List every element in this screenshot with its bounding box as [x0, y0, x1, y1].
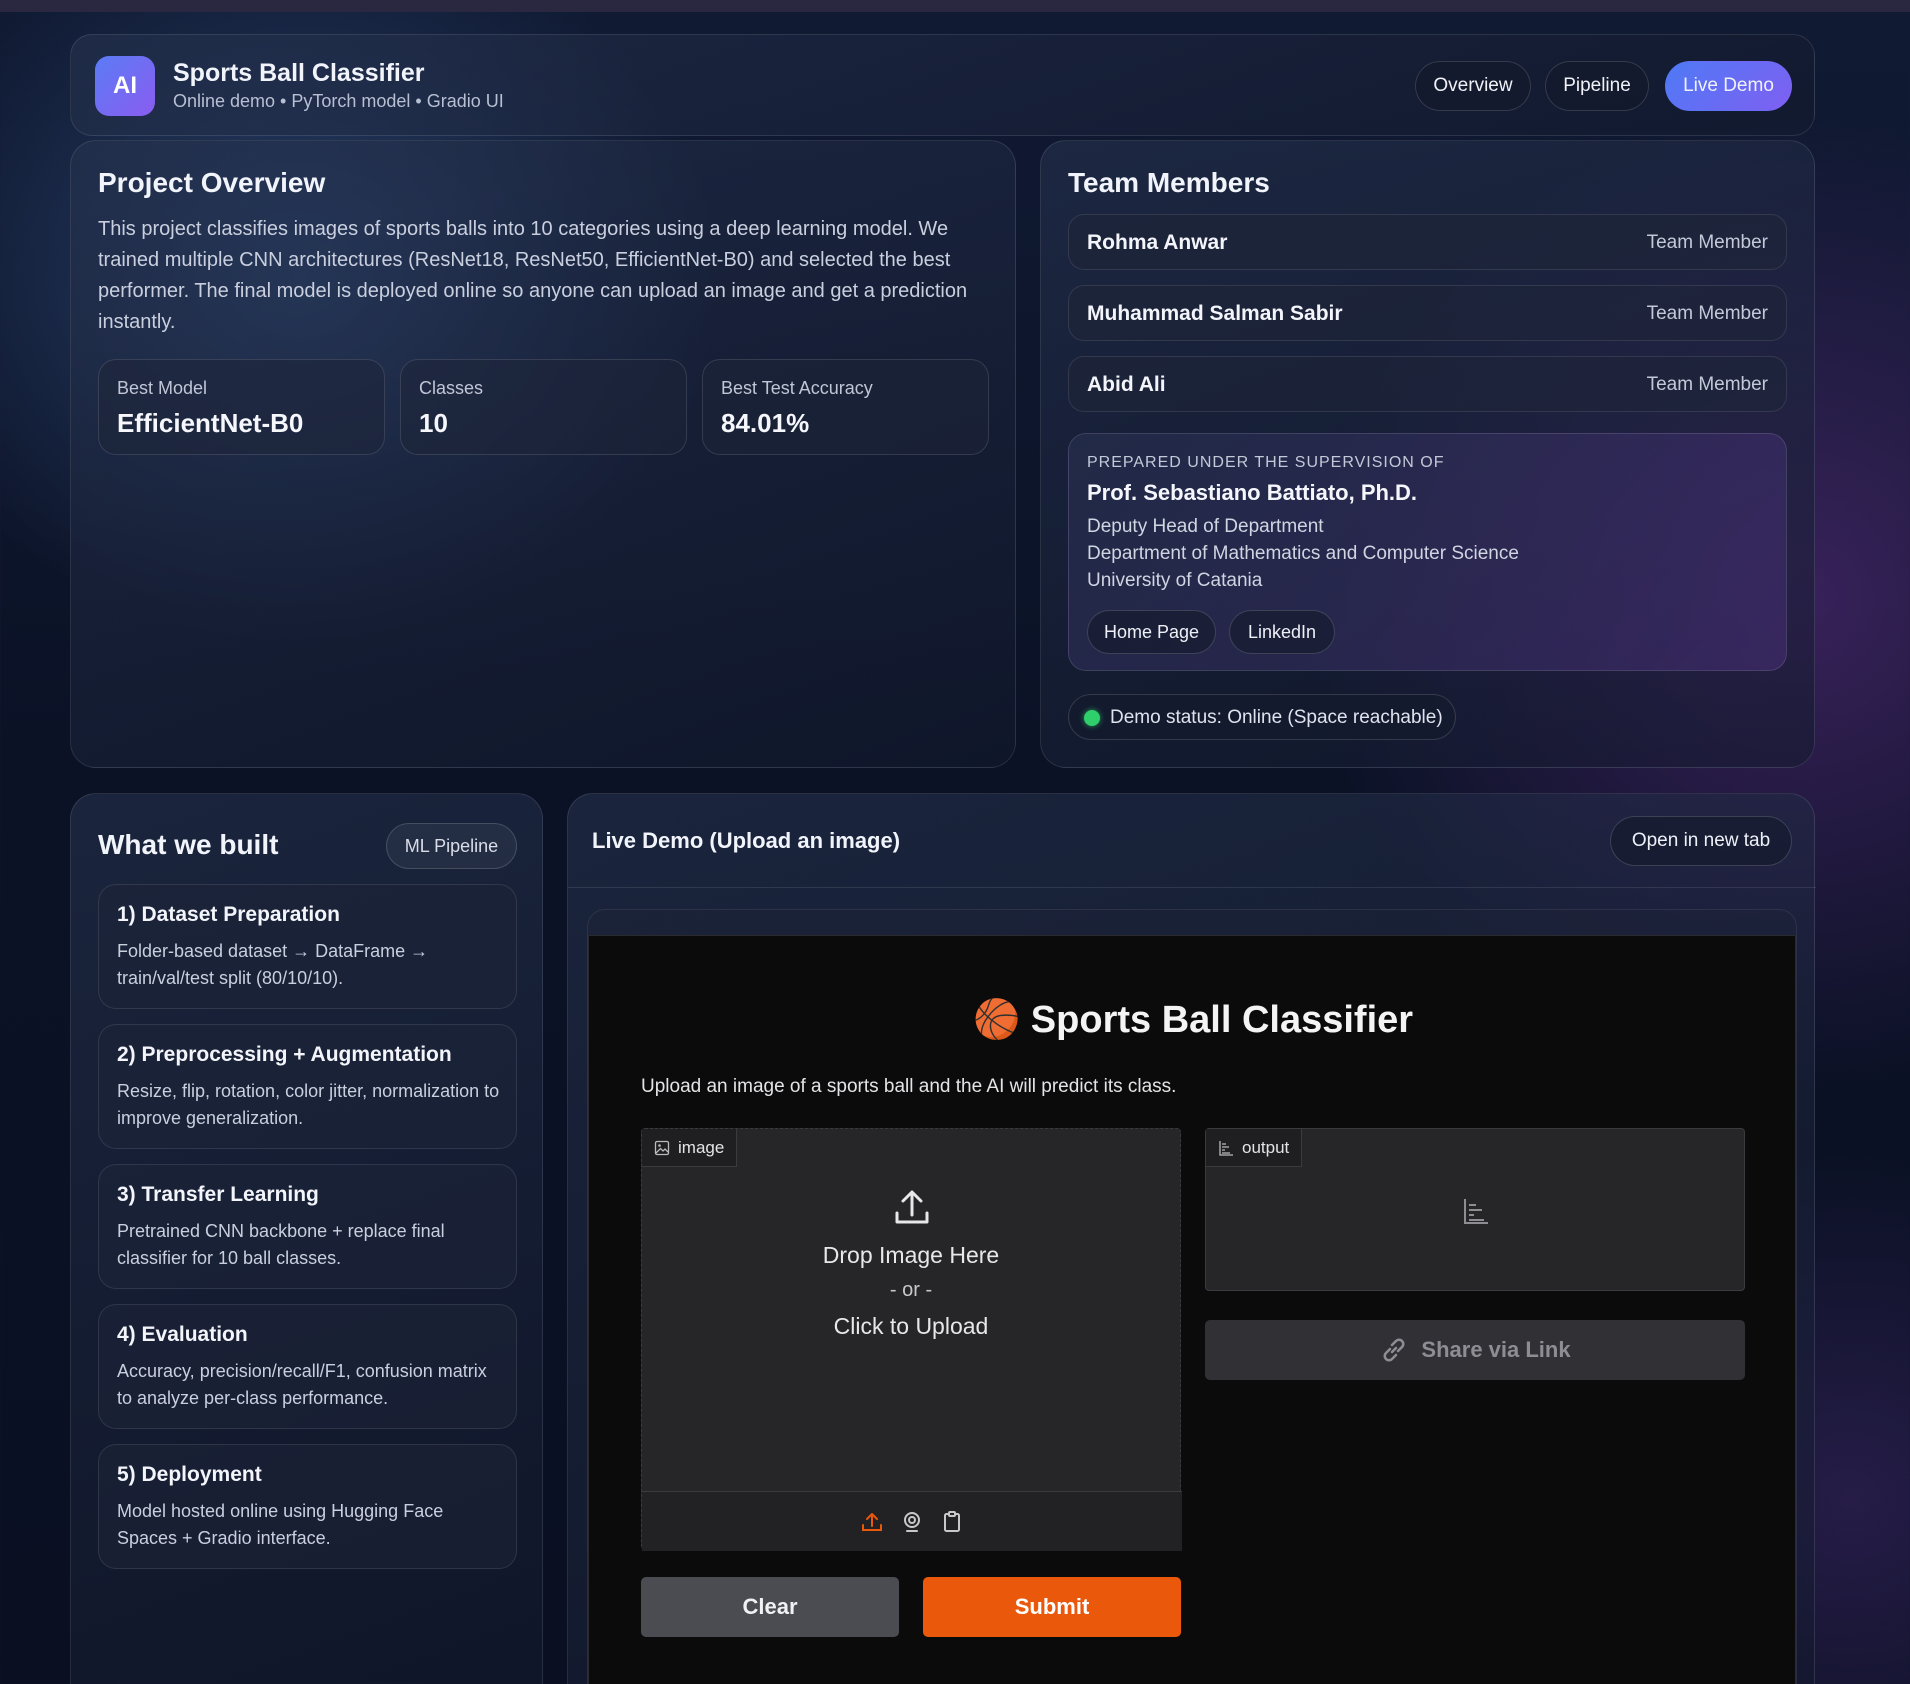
step-title: 4) Evaluation: [117, 1323, 248, 1346]
pipeline-step: 5) Deployment Model hosted online using …: [98, 1444, 517, 1569]
demo-divider: [568, 887, 1816, 888]
supervisor-name: Prof. Sebastiano Battiato, Ph.D.: [1087, 480, 1418, 505]
demo-status-text: Demo status: Online (Space reachable): [1110, 707, 1443, 728]
clipboard-icon[interactable]: [940, 1510, 964, 1534]
webcam-icon[interactable]: [900, 1510, 924, 1534]
step-description: Resize, flip, rotation, color jitter, no…: [117, 1081, 500, 1128]
app-header: AI Sports Ball Classifier Online demo • …: [70, 34, 1815, 136]
image-source-toolbar: [642, 1491, 1182, 1551]
image-icon: [654, 1140, 670, 1155]
pipeline-step: 1) Dataset Preparation Folder-based data…: [98, 884, 517, 1009]
stat-value: EfficientNet-B0: [117, 408, 304, 438]
click-to-upload-text: Click to Upload: [833, 1313, 989, 1339]
team-title: Team Members: [1068, 167, 1270, 198]
browser-top-strip: [0, 0, 1910, 12]
stat-label: Classes: [419, 378, 484, 398]
step-description: Pretrained CNN backbone + replace final …: [117, 1221, 445, 1268]
supervisor-department: Department of Mathematics and Computer S…: [1087, 543, 1519, 564]
submit-button[interactable]: Submit: [923, 1577, 1181, 1637]
stat-classes: Classes 10: [400, 359, 687, 455]
stat-best-model: Best Model EfficientNet-B0: [98, 359, 385, 455]
output-panel: output: [1205, 1128, 1745, 1291]
what-we-built-card: What we built ML Pipeline 1) Dataset Pre…: [70, 793, 543, 1684]
app-title: Sports Ball Classifier: [173, 59, 425, 87]
demo-status-badge: Demo status: Online (Space reachable): [1068, 694, 1456, 740]
image-tab-label: image: [678, 1137, 725, 1157]
gradio-title: 🏀 Sports Ball Classifier: [972, 999, 1414, 1041]
step-title: 3) Transfer Learning: [117, 1183, 319, 1206]
open-in-new-tab-button[interactable]: Open in new tab: [1610, 816, 1792, 866]
member-role: Team Member: [1646, 303, 1768, 324]
nav-overview[interactable]: Overview: [1415, 61, 1531, 111]
supervision-kicker: PREPARED UNDER THE SUPERVISION OF: [1087, 454, 1445, 471]
team-member-row: Abid Ali Team Member: [1068, 356, 1787, 412]
image-tab: image: [642, 1129, 738, 1167]
nav-live-demo[interactable]: Live Demo: [1665, 61, 1792, 111]
gradio-app: 🏀 Sports Ball Classifier Upload an image…: [588, 935, 1796, 1684]
stat-best-accuracy: Best Test Accuracy 84.01%: [702, 359, 989, 455]
stat-value: 10: [419, 408, 448, 438]
supervisor-university: University of Catania: [1087, 570, 1263, 591]
gradio-description: Upload an image of a sports ball and the…: [641, 1076, 1177, 1097]
drop-image-text: Drop Image Here: [822, 1242, 1000, 1268]
team-member-row: Muhammad Salman Sabir Team Member: [1068, 285, 1787, 341]
supervisor-card: PREPARED UNDER THE SUPERVISION OF Prof. …: [1068, 433, 1787, 671]
pipeline-step: 2) Preprocessing + Augmentation Resize, …: [98, 1024, 517, 1149]
member-name: Rohma Anwar: [1087, 231, 1228, 254]
pipeline-step: 3) Transfer Learning Pretrained CNN back…: [98, 1164, 517, 1289]
member-role: Team Member: [1646, 374, 1768, 395]
drop-or-text: - or -: [889, 1279, 933, 1301]
live-demo-title: Live Demo (Upload an image): [592, 828, 901, 853]
step-description: Folder-based dataset → DataFrame → train…: [117, 941, 429, 988]
step-title: 5) Deployment: [117, 1463, 262, 1486]
step-title: 2) Preprocessing + Augmentation: [117, 1043, 452, 1066]
member-name: Muhammad Salman Sabir: [1087, 302, 1343, 325]
step-description: Model hosted online using Hugging Face S…: [117, 1501, 444, 1548]
step-title: 1) Dataset Preparation: [117, 903, 340, 926]
overview-title: Project Overview: [98, 167, 326, 198]
live-demo-card: Live Demo (Upload an image) Open in new …: [567, 793, 1816, 1684]
ml-pipeline-badge: ML Pipeline: [386, 823, 517, 869]
image-upload-area[interactable]: image Drop Image Here - or - Click to Up…: [641, 1128, 1182, 1551]
nav-pipeline[interactable]: Pipeline: [1545, 61, 1649, 111]
app-subtitle: Online demo • PyTorch model • Gradio UI: [173, 91, 504, 111]
upload-icon: [895, 1190, 929, 1224]
stat-label: Best Model: [117, 378, 208, 398]
clear-button[interactable]: Clear: [641, 1577, 899, 1637]
team-member-row: Rohma Anwar Team Member: [1068, 214, 1787, 270]
team-members-card: Team Members Rohma Anwar Team Member Muh…: [1040, 140, 1815, 768]
chart-icon: [1219, 1140, 1233, 1156]
pipeline-step: 4) Evaluation Accuracy, precision/recall…: [98, 1304, 517, 1429]
status-online-icon: [1084, 710, 1100, 726]
stat-value: 84.01%: [721, 408, 810, 438]
upload-source-icon[interactable]: [860, 1510, 884, 1534]
overview-description: This project classifies images of sports…: [98, 218, 968, 333]
step-description: Accuracy, precision/recall/F1, confusion…: [117, 1361, 487, 1408]
share-via-link-button[interactable]: Share via Link: [1205, 1320, 1745, 1380]
home-page-link[interactable]: Home Page: [1087, 610, 1216, 654]
built-title: What we built: [98, 829, 279, 860]
output-tab-label: output: [1242, 1137, 1290, 1157]
label-placeholder-icon: [1464, 1199, 1488, 1224]
output-tab: output: [1206, 1129, 1303, 1167]
member-role: Team Member: [1646, 232, 1768, 253]
supervisor-position: Deputy Head of Department: [1087, 516, 1324, 537]
app-logo: AI: [95, 56, 155, 116]
stat-label: Best Test Accuracy: [721, 378, 873, 398]
member-name: Abid Ali: [1087, 373, 1166, 396]
project-overview-card: Project Overview This project classifies…: [70, 140, 1016, 768]
share-label: Share via Link: [1421, 1337, 1571, 1362]
linkedin-link[interactable]: LinkedIn: [1229, 610, 1335, 654]
link-icon: [1383, 1338, 1405, 1362]
